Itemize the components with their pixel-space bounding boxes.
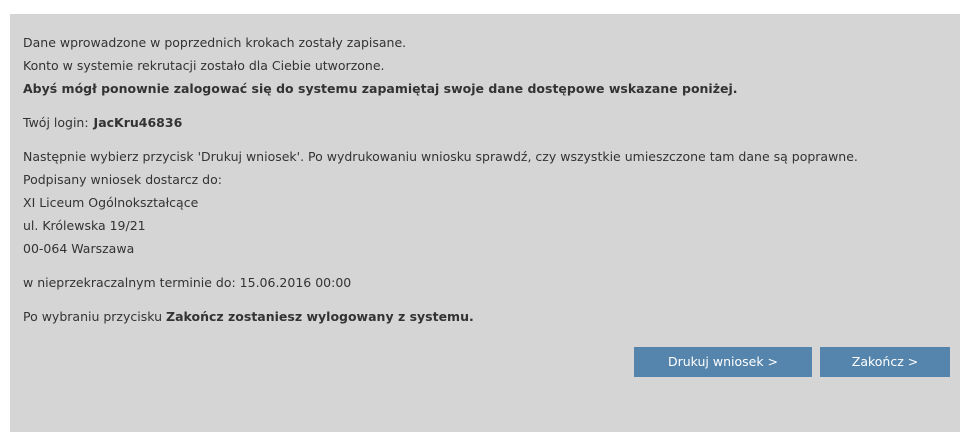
logout-note: Po wybraniu przycisku Zakończ zostaniesz… bbox=[23, 305, 960, 328]
finish-button[interactable]: Zakończ > bbox=[820, 347, 950, 377]
deliver-to-label: Podpisany wniosek dostarcz do: bbox=[23, 172, 222, 187]
print-application-button[interactable]: Drukuj wniosek > bbox=[634, 347, 812, 377]
login-label: Twój login: bbox=[23, 115, 89, 130]
login-row: Twój login: JacKru46836 bbox=[23, 111, 960, 134]
confirmation-panel: Dane wprowadzone w poprzednich krokach z… bbox=[10, 14, 960, 432]
logout-note-prefix: Po wybraniu przycisku bbox=[23, 309, 163, 324]
remember-credentials-message: Abyś mógł ponownie zalogować się do syst… bbox=[23, 81, 738, 96]
school-street: ul. Królewska 19/21 bbox=[23, 218, 146, 233]
login-value: JacKru46836 bbox=[93, 115, 183, 130]
school-name: XI Liceum Ogólnokształcące bbox=[23, 195, 199, 210]
account-created-message: Konto w systemie rekrutacji zostało dla … bbox=[23, 58, 385, 73]
print-instructions: Następnie wybierz przycisk 'Drukuj wnios… bbox=[23, 149, 858, 164]
saved-message: Dane wprowadzone w poprzednich krokach z… bbox=[23, 35, 407, 50]
school-city: 00-064 Warszawa bbox=[23, 241, 135, 256]
deadline-text: w nieprzekraczalnym terminie do: 15.06.2… bbox=[23, 275, 352, 290]
logout-note-bold: Zakończ zostaniesz wylogowany z systemu. bbox=[166, 309, 474, 324]
